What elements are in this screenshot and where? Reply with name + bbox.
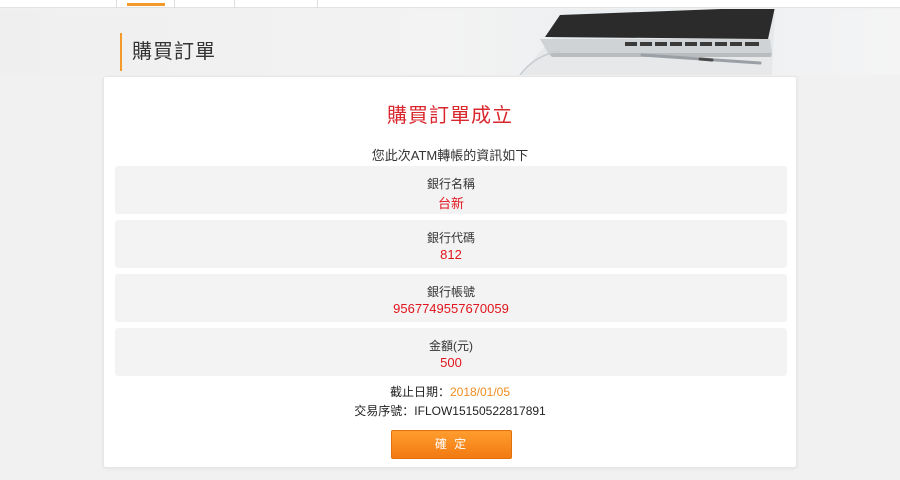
bank-name-label: 銀行名稱 xyxy=(426,177,475,191)
bank-name-box: 銀行名稱 台新 xyxy=(115,166,787,214)
deadline-value: 2018/01/05 xyxy=(449,385,511,399)
bank-account-box: 銀行帳號 9567749557670059 xyxy=(115,274,787,322)
bank-code-label: 銀行代碼 xyxy=(426,231,475,245)
bank-account-label: 銀行帳號 xyxy=(426,285,475,299)
bank-code-box: 銀行代碼 812 xyxy=(115,220,787,268)
pen-image xyxy=(640,53,762,65)
amount-box: 金額(元) 500 xyxy=(115,328,787,376)
order-success-title: 購買訂單成立 xyxy=(387,105,513,127)
deadline-label: 截止日期： xyxy=(389,385,450,399)
top-nav-bar xyxy=(0,0,900,8)
bank-name-value: 台新 xyxy=(437,196,464,211)
header-banner: 購買訂單 xyxy=(0,9,900,75)
order-result-card: 購買訂單成立 您此次ATM轉帳的資訊如下 銀行名稱 台新 銀行代碼 812 銀行… xyxy=(103,76,797,468)
confirm-button[interactable]: 確 定 xyxy=(391,430,512,459)
transaction-label: 交易序號： xyxy=(354,404,415,418)
nav-tab-3[interactable] xyxy=(234,0,318,8)
active-tab-indicator xyxy=(127,3,165,6)
deadline-row: 截止日期：2018/01/05 xyxy=(104,383,796,400)
amount-value: 500 xyxy=(440,355,462,370)
bank-account-value: 9567749557670059 xyxy=(393,301,509,316)
transaction-value: IFLOW15150522817891 xyxy=(414,404,546,418)
transfer-info-subtitle: 您此次ATM轉帳的資訊如下 xyxy=(371,148,529,163)
transaction-row: 交易序號：IFLOW15150522817891 xyxy=(104,402,796,419)
bank-code-value: 812 xyxy=(440,247,462,262)
nav-tab-2[interactable] xyxy=(174,0,234,8)
nav-tab-1[interactable] xyxy=(116,0,174,8)
amount-label: 金額(元) xyxy=(429,339,473,353)
